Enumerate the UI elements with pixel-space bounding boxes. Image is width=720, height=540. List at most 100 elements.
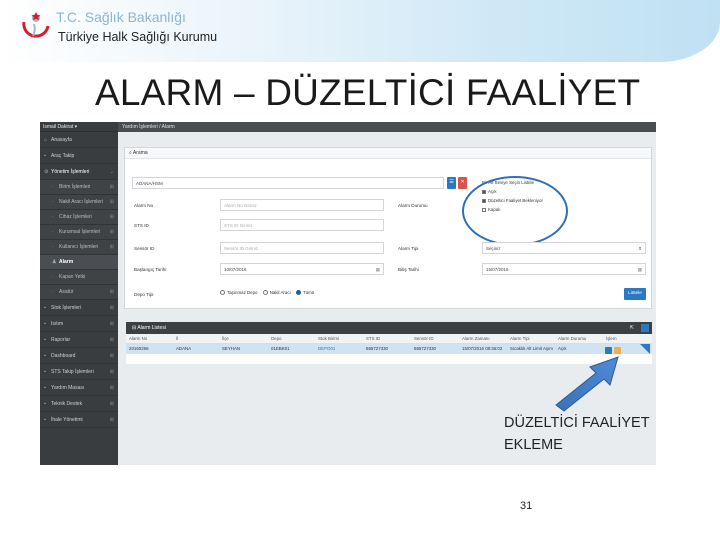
alarm-no-label: Alarm No xyxy=(134,203,154,208)
car-icon: · xyxy=(52,199,54,205)
annotation-line-2: EKLEME xyxy=(504,437,563,453)
breadcrumb: Yardım İşlemleri / Alarm xyxy=(118,122,656,132)
menu-icon: ☰ xyxy=(449,180,454,185)
box-icon: ▪ xyxy=(44,305,46,311)
col-alarm-time[interactable]: Alarm Zamanı xyxy=(462,334,490,344)
annotation-line-1: DÜZELTİCİ FAALİYET xyxy=(504,415,650,431)
user-icon: · xyxy=(52,244,54,250)
users-icon: · xyxy=(52,229,54,235)
col-action[interactable]: İşlem xyxy=(606,334,617,344)
province-field[interactable]: ADANA/HSM xyxy=(132,177,444,189)
sidebar-item-misc[interactable]: · Asatür ⊞ xyxy=(40,285,118,300)
slide-title: ALARM – DÜZELTİCİ FAALİYET xyxy=(95,72,641,113)
sidebar-item-home[interactable]: ⌂ Anasayfa xyxy=(40,132,118,148)
sidebar-item-tender[interactable]: ▪ İhale Yönetimi ⊞ xyxy=(40,412,118,428)
chevron-down-icon: ⇕ xyxy=(638,246,642,251)
dashboard-icon: ▪ xyxy=(44,353,46,359)
list-options-button[interactable]: ☰ xyxy=(447,177,456,189)
sidebar-item-dashboard[interactable]: ▪ Dashboard ⊞ xyxy=(40,348,118,364)
download-button[interactable] xyxy=(641,324,649,332)
report-icon: ▪ xyxy=(44,337,46,343)
slide: T.C. Sağlık Bakanlığı Türkiye Halk Sağlı… xyxy=(0,0,720,540)
building-icon: · xyxy=(52,184,54,190)
device-icon: · xyxy=(52,214,54,220)
calendar-icon: ▦ xyxy=(375,267,380,272)
start-date-label: Başlangıç Tarihi xyxy=(134,267,167,272)
search-panel: ⌕ Arama xyxy=(124,147,652,309)
col-province[interactable]: İl xyxy=(176,334,178,344)
alarm-status-label: Alarm Durumu xyxy=(398,203,428,208)
add-corrective-action-button[interactable] xyxy=(614,347,621,354)
sidebar-item-alarm[interactable]: ♟ Alarm xyxy=(40,255,118,270)
sidebar-item-users[interactable]: · Kullanıcı İşlemleri ⊞ xyxy=(40,240,118,255)
view-button[interactable] xyxy=(605,347,612,354)
end-date-label: Bitiş Tarihi xyxy=(398,267,419,272)
org-subtitle: Türkiye Halk Sağlığı Kurumu xyxy=(58,30,218,44)
table-header: Alarm No İl İlçe Depo Stok Birimi STS ID… xyxy=(126,334,652,344)
sidebar: Ismail Dakirat ▾ ⌂ Anasayfa ▪ Araç Takip ⚙… xyxy=(40,122,118,465)
highlight-circle xyxy=(462,176,568,246)
wrench-icon: ▪ xyxy=(44,401,46,407)
sidebar-item-heating[interactable]: ▪ Isıtım ⊞ xyxy=(40,316,118,332)
help-icon: ▪ xyxy=(44,385,46,391)
calendar-icon: ▦ xyxy=(637,267,642,272)
search-panel-header: ⌕ Arama xyxy=(125,148,651,159)
radio-transport[interactable] xyxy=(262,290,268,296)
sidebar-item-permissions[interactable]: · Kapan Yetki xyxy=(40,270,118,285)
col-sensor-id[interactable]: Sensör ID xyxy=(414,334,434,344)
chevron-down-icon: ⌄ xyxy=(109,169,114,175)
col-alarm-no[interactable]: Alarm No xyxy=(129,334,147,344)
sidebar-item-vehicle-tracking[interactable]: ▪ Araç Takip xyxy=(40,148,118,164)
col-alarm-type[interactable]: Alarm Tipi xyxy=(510,334,530,344)
sidebar-item-devices[interactable]: · Cihaz İşlemleri ⊞ xyxy=(40,210,118,225)
table-row[interactable]: 20160296 ADANA SEYHAN 01EBK01 DEPO01 865… xyxy=(126,344,652,354)
list-icon: · xyxy=(52,289,54,295)
sidebar-item-management[interactable]: ⚙ Yönetim İşlemleri ⌄ xyxy=(40,164,118,180)
sidebar-item-tech-support[interactable]: ▪ Teknik Destek ⊞ xyxy=(40,396,118,412)
sidebar-item-reports[interactable]: ▪ Raporlar ⊞ xyxy=(40,332,118,348)
alarm-type-select[interactable]: Seçiniz ⇕ xyxy=(482,242,646,254)
sidebar-item-units[interactable]: · Birim İşlemleri ⊞ xyxy=(40,180,118,195)
sensor-id-label: Sensör ID xyxy=(134,246,155,251)
col-alarm-status[interactable]: Alarm Durumu xyxy=(558,334,586,344)
export-icon[interactable]: ⇱ xyxy=(630,322,634,334)
search-button[interactable]: Listele xyxy=(624,288,646,300)
bell-icon: ♟ xyxy=(52,259,57,265)
col-depot[interactable]: Depo xyxy=(271,334,282,344)
radio-all[interactable] xyxy=(295,290,301,296)
sidebar-user[interactable]: Ismail Dakirat ▾ xyxy=(40,122,118,132)
header-banner: T.C. Sağlık Bakanlığı Türkiye Halk Sağlı… xyxy=(0,0,720,62)
end-date-input[interactable]: 15/07/2016 ▦ xyxy=(482,263,646,275)
col-district[interactable]: İlçe xyxy=(222,334,229,344)
alarm-type-label: Alarm Tipi xyxy=(398,246,419,251)
gear-icon: ⚙ xyxy=(44,169,49,175)
alarm-no-input[interactable]: Alarm No Giriniz xyxy=(220,199,384,211)
gavel-icon: ▪ xyxy=(44,417,46,423)
radio-fixed-depot[interactable] xyxy=(220,290,225,296)
col-stock-unit[interactable]: Stok Birimi xyxy=(318,334,339,344)
annotation-text: DÜZELTİCİ FAALİYET EKLEME xyxy=(504,412,650,456)
track-icon: ▪ xyxy=(44,369,46,375)
depot-type-radios: Taşınmaz Depo Nakil Aracı Tümü xyxy=(216,288,314,298)
depot-type-label: Depo Tipi xyxy=(134,292,154,297)
col-sts-id[interactable]: STS ID xyxy=(366,334,380,344)
corner-marker-icon xyxy=(640,344,650,354)
home-icon: ⌂ xyxy=(44,137,48,143)
sidebar-item-transport[interactable]: · Nakil Aracı İşlemleri ⊞ xyxy=(40,195,118,210)
key-icon: · xyxy=(52,274,54,280)
pointer-arrow-icon xyxy=(555,356,619,412)
org-title: T.C. Sağlık Bakanlığı xyxy=(56,9,186,25)
sidebar-item-sts[interactable]: ▪ STS Takip İşlemleri ⊞ xyxy=(40,364,118,380)
sidebar-item-help-desk[interactable]: ▪ Yardım Masası ⊞ xyxy=(40,380,118,396)
start-date-input[interactable]: 10/07/2016 ▦ xyxy=(220,263,384,275)
page-number: 31 xyxy=(520,500,533,512)
sidebar-item-institutions[interactable]: · Kurumsal İşlemleri ⊞ xyxy=(40,225,118,240)
clear-button[interactable]: ✕ xyxy=(458,177,467,189)
sensor-id-input[interactable]: Sensör ID Giriniz xyxy=(220,242,384,254)
sts-id-label: STS ID xyxy=(134,223,149,228)
ministry-logo-icon xyxy=(22,12,50,38)
thermo-icon: ▪ xyxy=(44,321,46,327)
truck-icon: ▪ xyxy=(44,153,46,159)
sts-id-input[interactable]: STS ID Giriniz xyxy=(220,219,384,231)
sidebar-item-stock[interactable]: ▪ Stok İşlemleri ⊞ xyxy=(40,300,118,316)
